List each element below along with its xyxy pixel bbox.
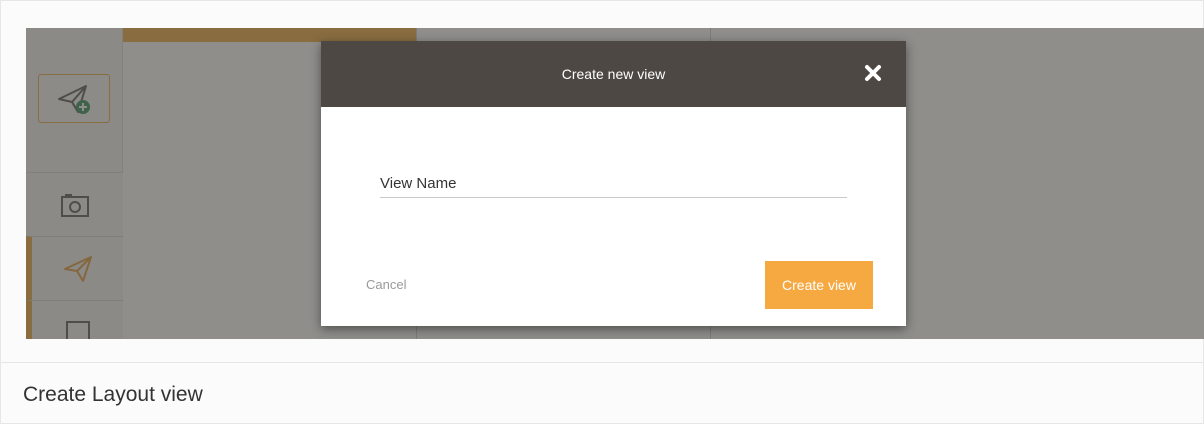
dialog-body: Cancel Create view [321, 107, 906, 326]
close-button[interactable] [864, 64, 882, 82]
figure-frame: Create new view Cancel Create view Creat… [0, 0, 1204, 424]
cancel-button[interactable]: Cancel [366, 277, 406, 292]
create-view-button[interactable]: Create view [765, 261, 873, 309]
dialog-title: Create new view [561, 66, 666, 82]
figure-caption: Create Layout view [23, 383, 203, 406]
view-name-field [380, 175, 847, 198]
caption-divider [1, 362, 1204, 363]
create-view-dialog: Create new view Cancel Create view [321, 41, 906, 326]
close-icon [865, 65, 881, 81]
dialog-header: Create new view [321, 41, 906, 107]
view-name-input[interactable] [380, 175, 847, 192]
app-screenshot: Create new view Cancel Create view [26, 28, 1204, 339]
